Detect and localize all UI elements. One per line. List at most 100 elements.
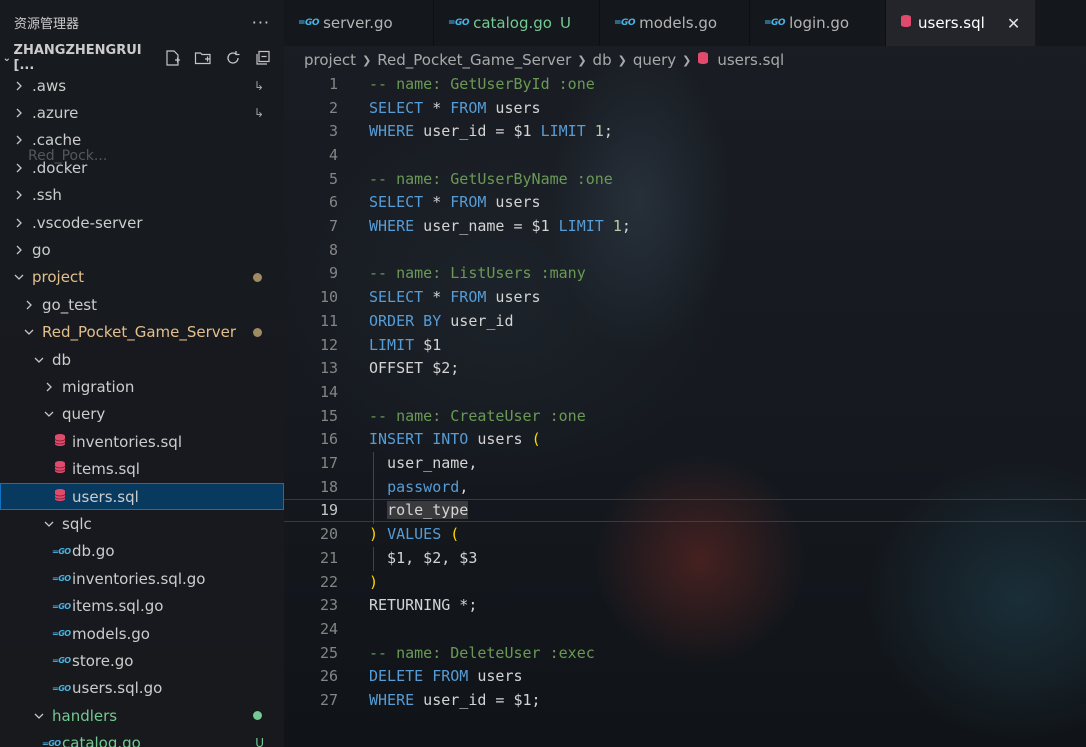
tab-models-go[interactable]: =GO models.go <box>600 0 750 46</box>
chevron-right-icon: ❯ <box>362 53 372 67</box>
item-label: query <box>62 405 106 424</box>
code-line[interactable]: 2 SELECT * FROM users <box>284 96 1086 120</box>
breadcrumb-item[interactable]: Red_Pocket_Game_Server <box>377 51 571 69</box>
code-text: SELECT * FROM users <box>369 193 541 211</box>
new-file-icon[interactable] <box>162 47 184 69</box>
code-line[interactable]: 11 ORDER BY user_id <box>284 309 1086 333</box>
code-line[interactable]: 19 role_type <box>284 498 1086 523</box>
line-number: 24 <box>319 619 338 638</box>
breadcrumb-item[interactable]: db <box>593 51 612 69</box>
code-editor[interactable]: 1 -- name: GetUserById :one 2 SELECT * FROM… <box>284 72 1086 747</box>
code-line[interactable]: 25 -- name: DeleteUser :exec <box>284 641 1086 665</box>
line-number: 19 <box>319 501 338 520</box>
code-line[interactable]: 8 <box>284 238 1086 262</box>
folder-item[interactable]: go <box>0 236 284 263</box>
item-label: .vscode-server <box>32 213 143 232</box>
breadcrumb-item[interactable]: project <box>304 51 356 69</box>
folder-item[interactable]: .docker <box>0 154 284 181</box>
close-icon[interactable]: ✕ <box>1007 14 1020 33</box>
chevron-right-icon <box>12 106 26 120</box>
file-item[interactable]: items.sql <box>0 456 284 483</box>
folder-item[interactable]: db <box>0 346 284 373</box>
code-line[interactable]: 4 <box>284 143 1086 167</box>
folder-item[interactable]: handlers <box>0 702 284 729</box>
code-line[interactable]: 22) <box>284 570 1086 594</box>
code-line[interactable]: 17 user_name, <box>284 451 1086 475</box>
tab-server-go[interactable]: =GO server.go <box>284 0 434 46</box>
code-token: FROM <box>450 193 487 212</box>
database-icon <box>52 488 68 506</box>
code-line[interactable]: 13 OFFSET $2; <box>284 356 1086 380</box>
file-item[interactable]: =GO catalog.go U <box>0 730 284 747</box>
file-item[interactable]: users.sql <box>0 483 284 510</box>
folder-item[interactable]: .aws ↳ <box>0 72 284 99</box>
code-line[interactable]: 1 -- name: GetUserById :one <box>284 72 1086 96</box>
collapse-all-icon[interactable] <box>252 47 274 69</box>
file-item[interactable]: =GO users.sql.go <box>0 675 284 702</box>
code-line[interactable]: 20) VALUES ( <box>284 522 1086 546</box>
code-token: 1 <box>594 122 604 141</box>
code-line[interactable]: 5 -- name: GetUserByName :one <box>284 167 1086 191</box>
code-line[interactable]: 26 DELETE FROM users <box>284 665 1086 689</box>
item-label: users.sql <box>72 487 139 506</box>
folder-item[interactable]: sqlc <box>0 510 284 537</box>
folder-item[interactable]: .cache <box>0 127 284 154</box>
chevron-right-icon <box>22 298 36 312</box>
code-text: SELECT * FROM users <box>369 99 541 117</box>
line-number: 12 <box>319 335 338 354</box>
item-label: store.go <box>72 651 134 670</box>
line-number: 10 <box>319 288 338 307</box>
file-item[interactable]: =GO db.go <box>0 538 284 565</box>
code-token: -- name: GetUserById :one <box>369 74 595 93</box>
code-line[interactable]: 27 WHERE user_id = $1; <box>284 688 1086 712</box>
line-number: 25 <box>319 643 338 662</box>
folder-item[interactable]: migration <box>0 373 284 400</box>
line-number: 26 <box>319 667 338 686</box>
chevron-right-icon: ❯ <box>577 53 587 67</box>
code-line[interactable]: 7 WHERE user_name = $1 LIMIT 1; <box>284 214 1086 238</box>
code-line[interactable]: 18 password, <box>284 475 1086 499</box>
code-text: ) VALUES ( <box>369 525 459 543</box>
chevron-right-icon: ❯ <box>617 53 627 67</box>
workspace-row[interactable]: ⌄ ZHANGZHENGRUI [... <box>0 43 284 73</box>
tab-users-sql[interactable]: users.sql ✕ <box>886 0 1036 46</box>
tab-login-go[interactable]: =GO login.go <box>750 0 886 46</box>
code-line[interactable]: 16 INSERT INTO users ( <box>284 428 1086 452</box>
item-label: project <box>32 268 85 287</box>
item-label: users.sql.go <box>72 679 163 698</box>
code-line[interactable]: 3 WHERE user_id = $1 LIMIT 1; <box>284 119 1086 143</box>
code-line[interactable]: 24 <box>284 617 1086 641</box>
folder-item[interactable]: Red_Pocket_Game_Server <box>0 319 284 346</box>
code-line[interactable]: 10 SELECT * FROM users <box>284 285 1086 309</box>
chevron-right-icon <box>12 79 26 93</box>
tab-catalog-go[interactable]: =GO catalog.go U <box>434 0 600 46</box>
breadcrumb-item[interactable]: users.sql <box>717 51 784 69</box>
code-line[interactable]: 15 -- name: CreateUser :one <box>284 404 1086 428</box>
new-folder-icon[interactable] <box>192 47 214 69</box>
breadcrumb-item[interactable]: query <box>633 51 676 69</box>
code-line[interactable]: 23 RETURNING *; <box>284 593 1086 617</box>
folder-item[interactable]: query <box>0 401 284 428</box>
code-line[interactable]: 9 -- name: ListUsers :many <box>284 262 1086 286</box>
code-line[interactable]: 21 $1, $2, $3 <box>284 546 1086 570</box>
file-item[interactable]: inventories.sql <box>0 428 284 455</box>
folder-item[interactable]: project <box>0 264 284 291</box>
folder-item[interactable]: .ssh <box>0 182 284 209</box>
code-line[interactable]: 6 SELECT * FROM users <box>284 191 1086 215</box>
item-label: .docker <box>32 158 88 177</box>
code-line[interactable]: 14 <box>284 380 1086 404</box>
chevron-right-icon <box>12 243 26 257</box>
folder-item[interactable]: .azure ↳ <box>0 99 284 126</box>
file-item[interactable]: =GO store.go <box>0 647 284 674</box>
code-line[interactable]: 12 LIMIT $1 <box>284 333 1086 357</box>
file-item[interactable]: =GO models.go <box>0 620 284 647</box>
refresh-icon[interactable] <box>222 47 244 69</box>
go-file-icon: =GO <box>52 546 71 556</box>
database-icon <box>900 14 912 32</box>
file-item[interactable]: =GO inventories.sql.go <box>0 565 284 592</box>
file-item[interactable]: =GO items.sql.go <box>0 593 284 620</box>
folder-item[interactable]: .vscode-server <box>0 209 284 236</box>
more-actions-icon[interactable]: ··· <box>252 13 270 32</box>
folder-item[interactable]: go_test <box>0 291 284 318</box>
